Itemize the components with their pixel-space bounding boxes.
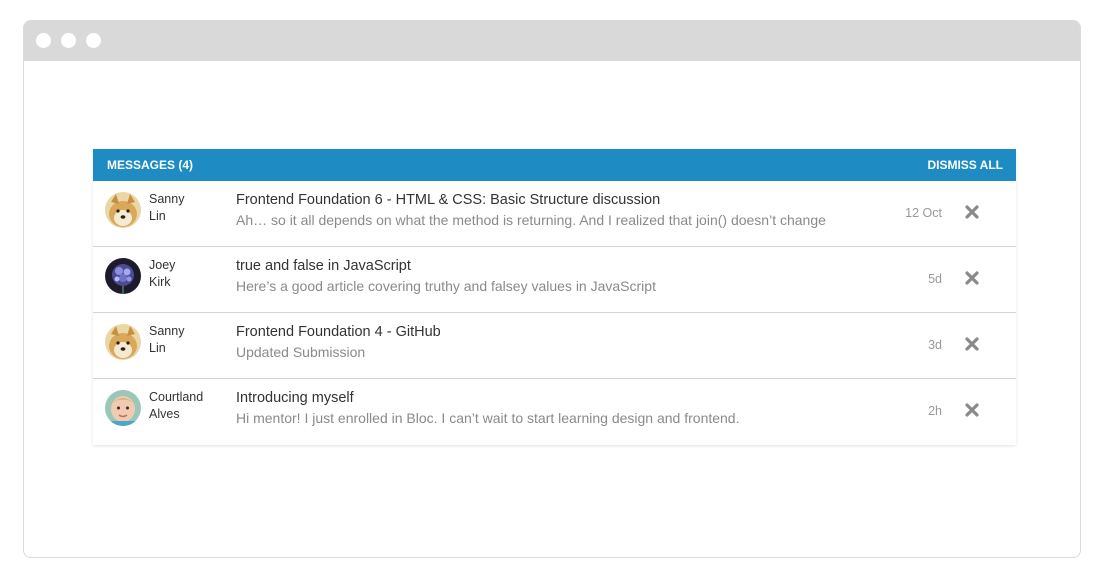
message-row[interactable]: Sanny Lin Frontend Foundation 6 - HTML &… bbox=[93, 181, 1016, 247]
baby-avatar bbox=[105, 390, 141, 426]
flower-avatar bbox=[105, 258, 141, 294]
message-time: 12 Oct bbox=[905, 206, 942, 220]
message-time: 5d bbox=[928, 272, 942, 286]
messages-header: MESSAGES (4) DISMISS ALL bbox=[93, 149, 1016, 181]
sender-last-name: Lin bbox=[149, 209, 166, 223]
sender-last-name: Alves bbox=[149, 407, 180, 421]
message-preview: Updated Submission bbox=[236, 344, 366, 360]
close-x-icon[interactable] bbox=[964, 270, 980, 286]
close-x-icon[interactable] bbox=[964, 402, 980, 418]
message-subject[interactable]: Frontend Foundation 4 - GitHub bbox=[236, 324, 441, 340]
window-close-dot[interactable] bbox=[36, 33, 51, 48]
doge-avatar bbox=[105, 324, 141, 360]
sender-last-name: Kirk bbox=[149, 275, 171, 289]
message-subject[interactable]: Frontend Foundation 6 - HTML & CSS: Basi… bbox=[236, 192, 660, 208]
message-row[interactable]: Sanny Lin Frontend Foundation 4 - GitHub… bbox=[93, 313, 1016, 379]
sender-name: Courtland Alves bbox=[149, 389, 203, 423]
close-x-icon[interactable] bbox=[964, 336, 980, 352]
messages-panel: MESSAGES (4) DISMISS ALL Sanny Lin Front… bbox=[93, 149, 1016, 445]
message-time: 2h bbox=[928, 404, 942, 418]
message-preview: Ah… so it all depends on what the method… bbox=[236, 212, 826, 228]
browser-window: MESSAGES (4) DISMISS ALL Sanny Lin Front… bbox=[23, 20, 1081, 558]
sender-first-name: Courtland bbox=[149, 390, 204, 404]
sender-name: Joey Kirk bbox=[149, 257, 175, 291]
message-time: 3d bbox=[928, 338, 942, 352]
sender-first-name: Joey bbox=[149, 258, 176, 272]
doge-avatar bbox=[105, 192, 141, 228]
message-row[interactable]: Courtland Alves Introducing myself Hi me… bbox=[93, 379, 1016, 445]
sender-name: Sanny Lin bbox=[149, 323, 184, 357]
close-x-icon[interactable] bbox=[964, 204, 980, 220]
window-minimize-dot[interactable] bbox=[61, 33, 76, 48]
window-titlebar bbox=[24, 21, 1080, 61]
sender-first-name: Sanny bbox=[149, 324, 185, 338]
window-maximize-dot[interactable] bbox=[86, 33, 101, 48]
sender-last-name: Lin bbox=[149, 341, 166, 355]
sender-name: Sanny Lin bbox=[149, 191, 184, 225]
messages-title: MESSAGES (4) bbox=[107, 158, 194, 172]
sender-first-name: Sanny bbox=[149, 192, 185, 206]
message-preview: Hi mentor! I just enrolled in Bloc. I ca… bbox=[236, 410, 740, 426]
message-row[interactable]: Joey Kirk true and false in JavaScript H… bbox=[93, 247, 1016, 313]
message-subject[interactable]: true and false in JavaScript bbox=[236, 258, 411, 274]
dismiss-all-button[interactable]: DISMISS ALL bbox=[927, 158, 1003, 172]
message-preview: Here’s a good article covering truthy an… bbox=[236, 278, 656, 294]
message-subject[interactable]: Introducing myself bbox=[236, 390, 354, 406]
